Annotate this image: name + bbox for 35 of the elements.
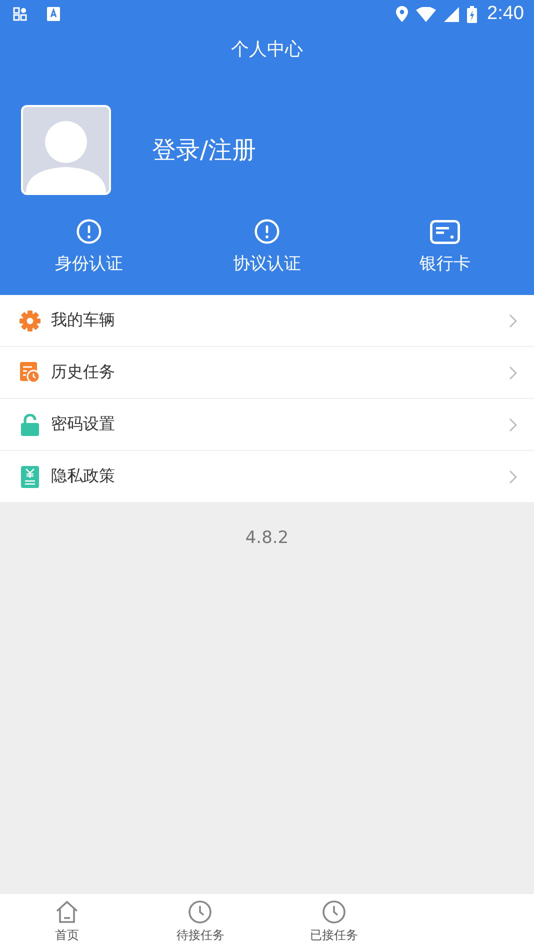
menu-item[interactable]: 密码设置 xyxy=(0,399,534,451)
menu-item[interactable]: 隐私政策 xyxy=(0,451,534,502)
unlocked-padlock-icon xyxy=(19,414,41,436)
version-text: 4.8.2 xyxy=(244,527,290,548)
document-icon xyxy=(19,466,41,488)
status-time: 2:40 xyxy=(487,3,524,25)
signal-icon xyxy=(444,6,460,22)
shortcut-button[interactable]: 身份认证 xyxy=(0,219,178,275)
nav-tab[interactable]: 首页 xyxy=(0,894,134,950)
exclamation-icon xyxy=(253,219,281,244)
chevron-right-icon xyxy=(509,470,517,484)
card-icon xyxy=(430,220,460,244)
chevron-right-icon xyxy=(509,314,517,328)
battery-icon xyxy=(467,6,478,22)
menu-item[interactable]: 我的车辆 xyxy=(0,295,534,347)
clock-icon xyxy=(188,900,212,924)
chevron-right-icon xyxy=(509,366,517,380)
notification-icon xyxy=(13,7,27,21)
shortcut-button[interactable]: 银行卡 xyxy=(356,219,534,275)
shortcut-button[interactable]: 协议认证 xyxy=(178,219,356,275)
page-title: 个人中心 xyxy=(230,38,304,62)
login-link[interactable]: 登录/注册 xyxy=(152,134,256,166)
location-icon xyxy=(396,6,408,22)
notification-icon xyxy=(47,7,60,21)
gear-icon xyxy=(19,310,41,332)
home-icon xyxy=(54,900,79,924)
avatar[interactable] xyxy=(21,105,111,195)
nav-tab[interactable]: 已接任务 xyxy=(267,894,400,950)
chevron-right-icon xyxy=(509,418,517,432)
clock-icon xyxy=(322,900,346,924)
menu-item[interactable]: 历史任务 xyxy=(0,347,534,399)
nav-tab[interactable]: 待接任务 xyxy=(134,894,267,950)
exclamation-icon xyxy=(75,219,103,244)
history-icon xyxy=(19,362,41,383)
wifi-icon xyxy=(416,6,436,22)
